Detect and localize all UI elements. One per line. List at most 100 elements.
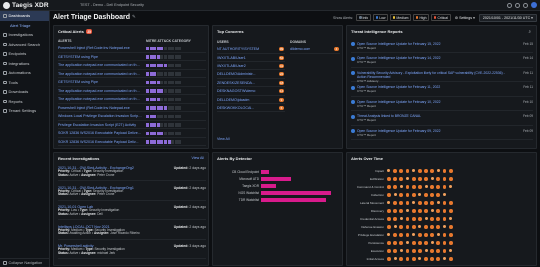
alert-dot[interactable]: [430, 249, 435, 253]
alert-dot[interactable]: [424, 169, 428, 173]
detector-bar-row[interactable]: CB Cloud Endpoint: [217, 169, 342, 175]
investigation-item[interactable]: Mr. Powershell activity Priority: Medium …: [58, 244, 206, 259]
alert-dot[interactable]: [411, 177, 416, 181]
alert-dot[interactable]: [417, 185, 422, 189]
collapse-navigation-button[interactable]: Collapse Navigation: [0, 258, 50, 267]
alert-dot[interactable]: [436, 177, 441, 181]
alert-dot[interactable]: [399, 249, 403, 253]
alert-dot[interactable]: [399, 225, 404, 229]
sidebar-item[interactable]: Alert Triage: [0, 21, 49, 31]
alert-dot[interactable]: [399, 209, 404, 213]
alert-dot[interactable]: [449, 217, 453, 221]
investigations-view-all-link[interactable]: View All: [191, 156, 204, 160]
alert-dot[interactable]: [443, 193, 447, 197]
alert-dot[interactable]: [411, 209, 416, 213]
detector-bar-row[interactable]: Taegis XDR: [217, 183, 342, 189]
alert-dot[interactable]: [430, 217, 435, 221]
alert-name-link[interactable]: The application notepad.exe communicated…: [58, 97, 142, 101]
detector-bar[interactable]: [261, 177, 291, 181]
sidebar-item[interactable]: Dashboards: [0, 11, 49, 21]
alert-dot[interactable]: [405, 177, 409, 181]
alert-dot[interactable]: [424, 225, 428, 229]
alert-dot[interactable]: [430, 225, 435, 229]
alert-dot[interactable]: [387, 257, 391, 261]
severity-chip[interactable]: Info: [356, 13, 372, 22]
alert-dot[interactable]: [387, 193, 391, 197]
alert-dot[interactable]: [405, 249, 410, 253]
alert-dot[interactable]: [448, 177, 453, 181]
alert-dot[interactable]: [436, 257, 441, 261]
domain-concern-row[interactable]: dlldemo.com 4: [290, 46, 340, 54]
detector-bar[interactable]: [261, 170, 269, 174]
alert-dot[interactable]: [393, 185, 397, 189]
alert-row[interactable]: The application notepad.exe communicated…: [58, 71, 206, 79]
alert-dot[interactable]: [436, 169, 440, 173]
alert-dot[interactable]: [436, 225, 441, 229]
tenant-selector[interactable]: TEST - Demo - Dell Endpoint Security: [80, 3, 144, 7]
sidebar-item[interactable]: Reports: [0, 97, 49, 107]
alert-dot[interactable]: [430, 209, 434, 213]
user-name-link[interactable]: DESKNAGOSTW\demo: [217, 89, 275, 93]
alert-dot[interactable]: [405, 225, 410, 229]
user-name-link[interactable]: \WXXTLAB\User2: [217, 64, 275, 68]
alert-dot[interactable]: [417, 169, 422, 173]
alert-dot[interactable]: [405, 201, 410, 205]
alert-name-link[interactable]: Powershell Inject (Ref:Code:Inv Notepad.…: [58, 46, 142, 50]
alert-dot[interactable]: [399, 241, 404, 245]
alert-name-link[interactable]: Powershell Inject (Ref:Code:Inv Notepad.…: [58, 106, 142, 110]
detector-bar-row[interactable]: NGS Watchlist: [217, 190, 342, 196]
investigation-item[interactable]: 2021-10-01 Open Lab Priority: Low • Type:…: [58, 205, 206, 220]
alert-dot[interactable]: [443, 257, 447, 261]
investigation-item[interactable]: 2021-10-31 - GW-Sled-Activity - Exchange…: [58, 166, 206, 181]
user-concern-row[interactable]: DELLDEMO\Administr... 22: [217, 71, 285, 79]
alert-row[interactable]: Powershell Inject (Ref:Code:Inv Notepad.…: [58, 45, 206, 53]
search-icon[interactable]: ⌕: [528, 29, 531, 34]
alert-dot[interactable]: [405, 185, 410, 189]
alert-dot[interactable]: [442, 185, 447, 189]
detector-bar[interactable]: [261, 191, 331, 195]
alert-dot[interactable]: [448, 169, 453, 173]
alert-dot[interactable]: [399, 233, 404, 237]
sidebar-item[interactable]: Tools: [0, 78, 49, 88]
user-name-link[interactable]: DESKWOKKOLOCAl...: [217, 106, 275, 110]
detector-bar-row[interactable]: Microsoft ATD: [217, 176, 342, 182]
alert-dot[interactable]: [436, 241, 441, 245]
alert-dot[interactable]: [405, 241, 409, 245]
user-concern-row[interactable]: DESKWOKKOLOCAl... 6: [217, 105, 285, 113]
alert-dot[interactable]: [424, 241, 428, 245]
user-concern-row[interactable]: NT AUTHORITY\SYSTEM 99: [217, 46, 285, 54]
severity-chip[interactable]: Low: [372, 13, 389, 22]
alert-dot[interactable]: [424, 185, 428, 189]
detector-bar-row[interactable]: TDR Watchlist: [217, 197, 342, 203]
alert-dot[interactable]: [393, 257, 397, 261]
alert-row[interactable]: The application notepad.exe communicated…: [58, 88, 206, 96]
alert-dot[interactable]: [430, 241, 434, 245]
alert-dot[interactable]: [405, 209, 409, 213]
alert-dot[interactable]: [412, 233, 416, 237]
user-name-link[interactable]: DELLDEMO\jdcadm: [217, 98, 275, 102]
alert-row[interactable]: SOKR 12836 WS2016 Executable Payload Del…: [58, 130, 206, 138]
notification-icon[interactable]: [515, 2, 520, 8]
alert-dot[interactable]: [448, 233, 453, 237]
alert-dot[interactable]: [393, 249, 397, 253]
alert-name-link[interactable]: The application notepad.exe communicated…: [58, 89, 142, 93]
alert-dot[interactable]: [448, 257, 453, 261]
alert-dot[interactable]: [430, 201, 435, 205]
alert-dot[interactable]: [430, 185, 435, 189]
sidebar-item[interactable]: Tenant Settings: [0, 106, 49, 116]
alert-dot[interactable]: [412, 169, 416, 173]
alert-dot[interactable]: [399, 177, 404, 181]
alert-dot[interactable]: [387, 217, 391, 221]
alert-name-link[interactable]: SOKR 12836 WS2016 Executable Payload Del…: [58, 140, 142, 144]
user-concern-row[interactable]: \WXXTLAB\User1 62: [217, 54, 285, 62]
alert-dot[interactable]: [387, 201, 391, 205]
severity-chip[interactable]: Critical: [430, 13, 451, 22]
alert-dot[interactable]: [436, 217, 441, 221]
alert-dot[interactable]: [417, 217, 422, 221]
alert-dot[interactable]: [442, 209, 447, 213]
alert-dot[interactable]: [387, 185, 391, 189]
alert-dot[interactable]: [387, 233, 391, 237]
alert-dot[interactable]: [411, 217, 416, 221]
alert-dot[interactable]: [411, 193, 416, 197]
alert-dot[interactable]: [411, 185, 416, 189]
